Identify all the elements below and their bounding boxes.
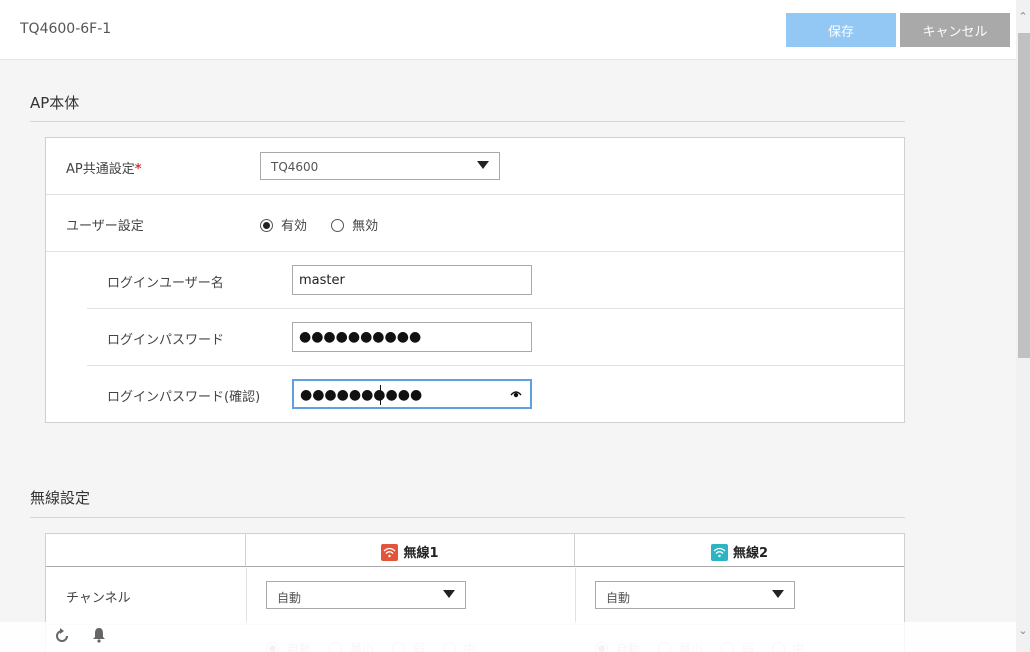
- radio-unchecked-icon[interactable]: [331, 219, 345, 232]
- row-ap-common-setting: AP共通設定* TQ4600: [46, 138, 904, 195]
- radio-disabled[interactable]: 無効: [331, 215, 378, 234]
- row-login-password: ログインパスワード ●●●●●●●●●●: [87, 309, 904, 366]
- channel-select-wireless2[interactable]: 自動: [595, 581, 795, 609]
- wireless1-label: 無線1: [403, 546, 439, 561]
- section-divider: [30, 121, 905, 122]
- chevron-down-icon: [772, 590, 784, 598]
- required-mark: *: [134, 162, 142, 177]
- user-setting-label: ユーザー設定: [66, 219, 144, 234]
- footer-toolbar: [0, 622, 1016, 652]
- section-title-ap: AP本体: [30, 94, 80, 112]
- chevron-down-icon: [443, 590, 455, 598]
- scroll-up-icon[interactable]: ⌃: [1016, 10, 1030, 24]
- channel-select-wireless1[interactable]: 自動: [266, 581, 466, 609]
- channel-value-wireless1: 自動: [277, 591, 302, 605]
- login-password-value: ●●●●●●●●●●: [299, 329, 422, 345]
- login-password-confirm-input[interactable]: ●●●●●●●●●●: [292, 379, 532, 409]
- row-user-setting: ユーザー設定 有効 無効: [46, 195, 904, 252]
- vertical-scrollbar[interactable]: ⌃ ⌄: [1016, 0, 1030, 652]
- section-divider: [30, 517, 905, 518]
- login-password-label: ログインパスワード: [107, 333, 225, 348]
- scroll-down-icon[interactable]: ⌄: [1016, 624, 1030, 638]
- table-row-channel: チャンネル 自動 自動: [46, 568, 904, 625]
- login-user-label: ログインユーザー名: [107, 276, 224, 291]
- login-password-confirm-label: ログインパスワード(確認): [107, 390, 261, 405]
- wifi-icon: [710, 544, 728, 561]
- channel-label: チャンネル: [66, 591, 131, 606]
- chevron-down-icon: [477, 161, 489, 169]
- row-login-user: ログインユーザー名 master: [87, 252, 904, 309]
- refresh-icon[interactable]: [54, 628, 70, 644]
- bell-icon[interactable]: [92, 627, 106, 643]
- channel-value-wireless2: 自動: [606, 591, 631, 605]
- wifi-icon: [381, 544, 399, 561]
- user-setting-radio-group: 有効 無効: [260, 215, 398, 234]
- login-password-input[interactable]: ●●●●●●●●●●: [292, 322, 532, 352]
- table-header-empty: [46, 534, 246, 567]
- row-login-password-confirm: ログインパスワード(確認) ●●●●●●●●●●: [87, 366, 904, 423]
- text-cursor: [380, 385, 381, 405]
- radio-enabled[interactable]: 有効: [260, 215, 307, 234]
- radio-checked-icon[interactable]: [260, 219, 273, 232]
- login-user-value: master: [299, 273, 345, 288]
- login-user-input[interactable]: master: [292, 265, 532, 295]
- ap-common-setting-value: TQ4600: [271, 160, 319, 174]
- cancel-button[interactable]: キャンセル: [900, 13, 1010, 47]
- page-header: TQ4600-6F-1 保存 キャンセル: [0, 0, 1016, 60]
- table-header-wireless1: 無線1: [246, 534, 575, 567]
- ap-common-setting-select[interactable]: TQ4600: [260, 152, 500, 180]
- table-header-wireless2: 無線2: [575, 534, 904, 567]
- section-title-wireless: 無線設定: [30, 489, 91, 507]
- page-title: TQ4600-6F-1: [20, 21, 112, 37]
- ap-settings-panel: AP共通設定* TQ4600 ユーザー設定 有効 無効 ログインユーザー名 ma…: [45, 137, 905, 423]
- wireless2-label: 無線2: [732, 546, 769, 561]
- ap-common-setting-label: AP共通設定*: [66, 162, 142, 177]
- scrollbar-thumb[interactable]: [1018, 33, 1030, 358]
- save-button[interactable]: 保存: [786, 13, 896, 47]
- login-password-confirm-value: ●●●●●●●●●●: [300, 387, 423, 403]
- eye-icon[interactable]: [510, 389, 522, 399]
